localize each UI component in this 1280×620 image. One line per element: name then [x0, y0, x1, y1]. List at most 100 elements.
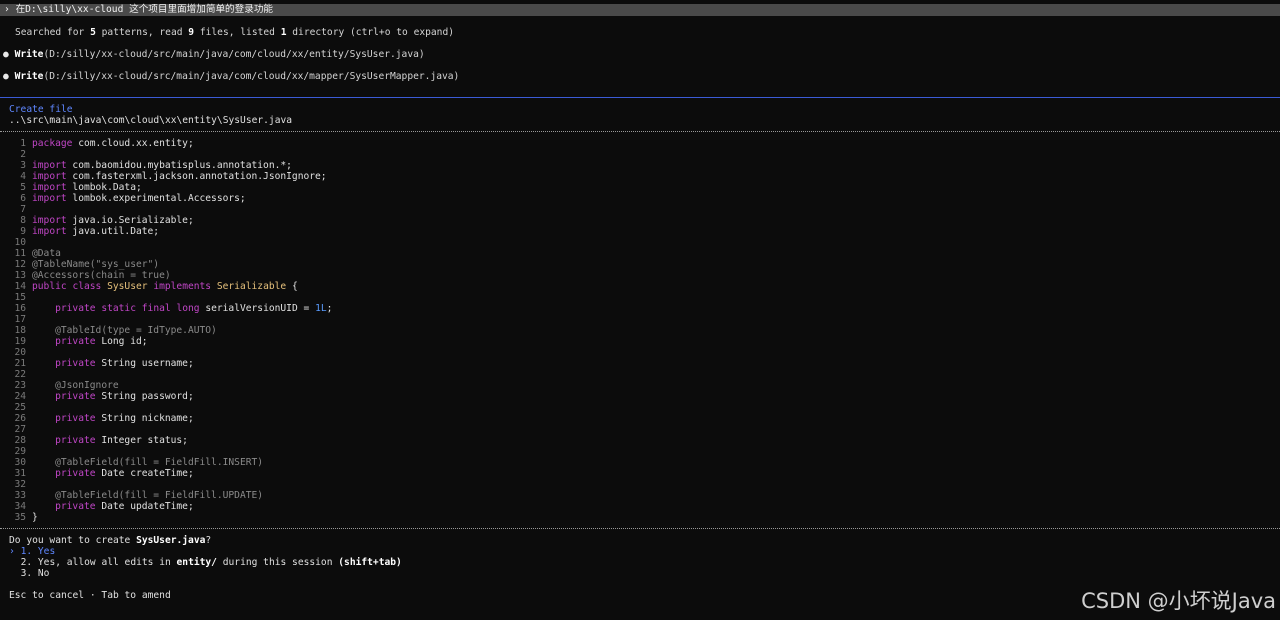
line-number: 10: [14, 237, 26, 248]
line-number: 15: [14, 292, 26, 303]
write-entry: ● Write(D:/silly/xx-cloud/src/main/java/…: [3, 71, 459, 82]
keyword: import: [32, 182, 67, 193]
line-number: 16: [14, 303, 26, 314]
option-shortcut: (shift+tab): [338, 557, 402, 568]
option-no[interactable]: 3. No: [9, 568, 50, 579]
code-text: java.util.Date;: [66, 226, 160, 237]
option-number: 3.: [20, 568, 33, 579]
code-line: 3 import com.baomidou.mybatisplus.annotat…: [0, 160, 1280, 171]
code-line: 12 @TableName("sys_user"): [0, 259, 1280, 270]
keyword: private: [55, 391, 96, 402]
keyword: private: [55, 501, 96, 512]
code-text: String nickname;: [95, 413, 194, 424]
line-number: 33: [14, 490, 26, 501]
code-line: 1 package com.cloud.xx.entity;: [0, 138, 1280, 149]
write-path: (D:/silly/xx-cloud/src/main/java/com/clo…: [43, 71, 460, 82]
keyword: import: [32, 160, 67, 171]
annotation: @JsonIgnore: [55, 380, 119, 391]
dotted-divider: [0, 131, 1280, 132]
line-number: 5: [20, 182, 26, 193]
code-line: 7: [0, 204, 1280, 215]
annotation: @TableField(fill = FieldFill.INSERT): [55, 457, 264, 468]
summary-text: patterns, read: [95, 27, 189, 38]
watermark: CSDN @小坏说Java: [1081, 589, 1276, 613]
line-number: 32: [14, 479, 26, 490]
bullet-icon: ●: [3, 71, 9, 82]
write-entry: ● Write(D:/silly/xx-cloud/src/main/java/…: [3, 49, 425, 60]
line-number: 7: [20, 204, 26, 215]
keyword: public: [32, 281, 67, 292]
code-line: 16 private static final long serialVersi…: [0, 303, 1280, 314]
section-divider: [0, 97, 1280, 98]
option-dir: entity/: [176, 557, 217, 568]
summary-text: Searched for: [15, 27, 91, 38]
keyword: private: [55, 468, 96, 479]
code-text: com.cloud.xx.entity;: [72, 138, 194, 149]
write-path: (D:/silly/xx-cloud/src/main/java/com/clo…: [43, 49, 425, 60]
line-number: 19: [14, 336, 26, 347]
line-number: 25: [14, 402, 26, 413]
keyword: implements: [153, 281, 212, 292]
search-summary: Searched for 5 patterns, read 9 files, l…: [15, 27, 454, 38]
code-line: 32: [0, 479, 1280, 490]
code-text: String password;: [95, 391, 194, 402]
code-line: 34 private Date updateTime;: [0, 501, 1280, 512]
line-number: 29: [14, 446, 26, 457]
line-number: 3: [20, 160, 26, 171]
code-line: 15: [0, 292, 1280, 303]
line-number: 17: [14, 314, 26, 325]
code-line: 26 private String nickname;: [0, 413, 1280, 424]
code-line: 2: [0, 149, 1280, 160]
tool-name: Write: [14, 71, 44, 82]
code-text: }: [32, 512, 38, 523]
annotation: @TableField(fill = FieldFill.UPDATE): [55, 490, 264, 501]
code-line: 24 private String password;: [0, 391, 1280, 402]
option-yes[interactable]: › 1. Yes: [9, 546, 55, 557]
line-number: 30: [14, 457, 26, 468]
code-line: 31 private Date createTime;: [0, 468, 1280, 479]
option-number: 1.: [20, 546, 33, 557]
keyword: import: [32, 226, 67, 237]
code-line: 21 private String username;: [0, 358, 1280, 369]
option-yes-allow-all[interactable]: 2. Yes, allow all edits in entity/ durin…: [9, 557, 402, 568]
code-preview: 1 package com.cloud.xx.entity; 2 3 import …: [0, 138, 1280, 523]
annotation: @TableId(type = IdType.AUTO): [55, 325, 217, 336]
confirm-question: Do you want to create SysUser.java?: [9, 535, 211, 546]
code-line: 25: [0, 402, 1280, 413]
create-file-title: Create file: [9, 104, 73, 115]
code-line: 17: [0, 314, 1280, 325]
code-line: 4 import com.fasterxml.jackson.annotation…: [0, 171, 1280, 182]
code-text: {: [286, 281, 298, 292]
code-line: 20: [0, 347, 1280, 358]
keyword: private: [55, 435, 96, 446]
line-number: 18: [14, 325, 26, 336]
annotation: @TableName("sys_user"): [32, 259, 160, 270]
option-label: Yes: [37, 546, 56, 557]
code-line: 8 import java.io.Serializable;: [0, 215, 1280, 226]
keyword: private: [55, 336, 96, 347]
line-number: 21: [14, 358, 26, 369]
prompt-text: 在D:\silly\xx-cloud 这个项目里面增加简单的登录功能: [15, 4, 274, 15]
selection-pointer-icon: ›: [9, 546, 15, 557]
line-number: 1: [20, 138, 26, 149]
keyword: package: [32, 138, 73, 149]
summary-text: files, listed: [194, 27, 281, 38]
question-text: ?: [205, 535, 212, 546]
keyword: static: [101, 303, 136, 314]
line-number: 14: [14, 281, 26, 292]
code-text: java.io.Serializable;: [66, 215, 194, 226]
option-label: Yes, allow all edits in: [37, 557, 177, 568]
keyword: import: [32, 171, 67, 182]
line-number: 4: [20, 171, 26, 182]
create-file-path: ..\src\main\java\com\cloud\xx\entity\Sys…: [9, 115, 293, 126]
line-number: 24: [14, 391, 26, 402]
line-number: 20: [14, 347, 26, 358]
code-line: 19 private Long id;: [0, 336, 1280, 347]
class-name: SysUser: [107, 281, 148, 292]
code-line: 6 import lombok.experimental.Accessors;: [0, 193, 1280, 204]
keyword: import: [32, 193, 67, 204]
annotation: @Data: [32, 248, 61, 259]
line-number: 12: [14, 259, 26, 270]
keyword: class: [72, 281, 102, 292]
code-line: 28 private Integer status;: [0, 435, 1280, 446]
